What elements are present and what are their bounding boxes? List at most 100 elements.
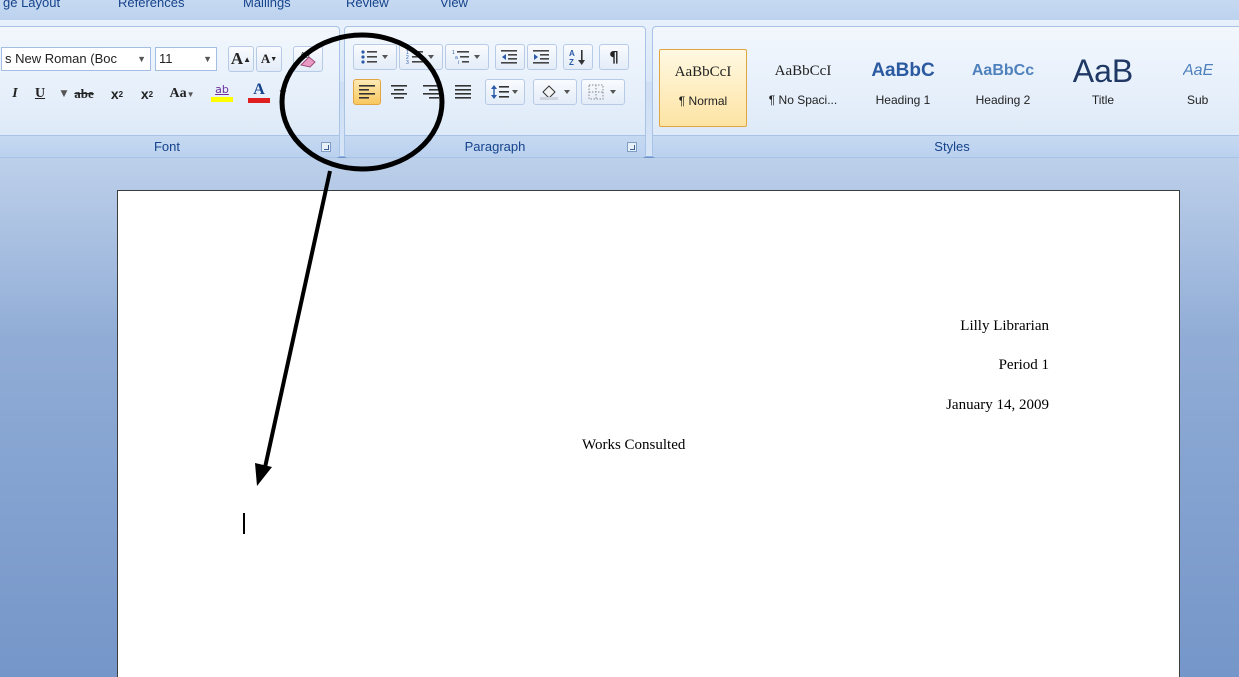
style-sample: AaBbC: [871, 60, 935, 81]
style-subtitle[interactable]: AaE Sub: [1159, 49, 1239, 127]
font-group: s New Roman (Boc ▼ 11 ▼ A ▲ A ▼ Aa I U ▼ a…: [0, 26, 340, 158]
style-name: Sub: [1187, 93, 1209, 107]
tab-page-layout[interactable]: ge Layout: [3, 0, 60, 10]
style-name: Title: [1091, 93, 1115, 107]
decrease-indent-button[interactable]: [495, 44, 525, 70]
subscript-label: x: [110, 86, 119, 102]
grow-font-label: A: [230, 49, 244, 68]
text-cursor: [243, 513, 245, 534]
tab-view[interactable]: View: [440, 0, 468, 10]
grow-font-button[interactable]: A ▲: [228, 46, 254, 72]
paragraph-group-label: Paragraph: [345, 135, 645, 157]
style-title[interactable]: AaB Title: [1059, 49, 1147, 127]
author-name: Lilly Librarian: [960, 318, 1049, 334]
style-name: Heading 2: [975, 93, 1031, 107]
style-heading-2[interactable]: AaBbCc Heading 2: [959, 49, 1047, 127]
font-size-combo[interactable]: 11 ▼: [155, 47, 217, 71]
style-sample: AaE: [1183, 62, 1214, 79]
decrease-indent-icon: [501, 50, 517, 64]
svg-text:3: 3: [406, 60, 409, 65]
change-case-label: Aa: [169, 86, 187, 101]
italic-label: I: [12, 86, 18, 101]
ribbon: s New Roman (Boc ▼ 11 ▼ A ▲ A ▼ Aa I U ▼ a…: [0, 20, 1239, 158]
shading-bucket-icon: [540, 85, 570, 100]
style-sample: AaBbCc: [971, 62, 1035, 79]
change-case-button[interactable]: Aa ▼: [167, 81, 197, 107]
styles-group: AaBbCcI ¶ Normal AaBbCcI ¶ No Spaci... A…: [652, 26, 1239, 158]
class-period: Period 1: [998, 357, 1049, 373]
align-left-icon: [359, 85, 375, 99]
font-color-dropdown[interactable]: ▼: [271, 81, 295, 107]
numbering-icon: 1 2 3: [406, 50, 434, 65]
paragraph-dialog-launcher[interactable]: [627, 142, 637, 152]
font-color-bar: [248, 98, 270, 103]
svg-text:i: i: [458, 60, 459, 65]
styles-group-label: Styles: [653, 135, 1239, 157]
sort-icon: A Z: [569, 49, 585, 66]
shrink-font-label: A: [260, 51, 271, 66]
shrink-font-button[interactable]: A ▼: [256, 46, 282, 72]
numbering-button[interactable]: 1 2 3: [399, 44, 443, 70]
multilevel-list-icon: 1 a i: [452, 50, 480, 65]
style-sample: AaBbCcI: [674, 64, 732, 80]
style-sample: AaB: [1072, 53, 1134, 89]
tab-references[interactable]: References: [118, 0, 184, 10]
highlight-color-bar: [211, 96, 233, 102]
increase-indent-button[interactable]: [527, 44, 557, 70]
style-heading-1[interactable]: AaBbC Heading 1: [859, 49, 947, 127]
paragraph-group: 1 2 3 1 a i A Z ¶ Paragraph: [344, 26, 646, 158]
sort-button[interactable]: A Z: [563, 44, 593, 70]
highlight-label: ab: [215, 82, 229, 96]
align-right-button[interactable]: [417, 79, 445, 105]
font-dialog-launcher[interactable]: [321, 142, 331, 152]
ribbon-tab-strip: ge Layout References Mailings Review Vie…: [0, 0, 1239, 20]
bullets-icon: [361, 50, 388, 64]
eraser-icon: Aa: [300, 51, 316, 68]
svg-text:Z: Z: [569, 58, 574, 66]
strikethrough-button[interactable]: abe: [69, 81, 99, 107]
tab-mailings[interactable]: Mailings: [243, 0, 291, 10]
chevron-down-icon[interactable]: ▼: [137, 48, 146, 70]
align-left-button[interactable]: [353, 79, 381, 105]
borders-button[interactable]: [581, 79, 625, 105]
style-no-spacing[interactable]: AaBbCcI ¶ No Spaci...: [759, 49, 847, 127]
show-formatting-button[interactable]: ¶: [599, 44, 629, 70]
chevron-down-icon[interactable]: ▼: [203, 48, 212, 70]
style-name: ¶ Normal: [678, 94, 728, 108]
line-spacing-button[interactable]: [485, 79, 525, 105]
bullets-button[interactable]: [353, 44, 397, 70]
font-size-value: 11: [159, 51, 173, 66]
subscript-button[interactable]: x2: [104, 81, 130, 107]
document-date: January 14, 2009: [946, 397, 1049, 413]
superscript-button[interactable]: x2: [134, 81, 160, 107]
document-page[interactable]: [117, 190, 1180, 677]
tab-review[interactable]: Review: [346, 0, 389, 10]
font-name-value: s New Roman (Boc: [5, 51, 117, 66]
highlight-button[interactable]: ab: [207, 79, 237, 105]
font-name-combo[interactable]: s New Roman (Boc ▼: [1, 47, 151, 71]
style-name: ¶ No Spaci...: [768, 93, 838, 107]
underline-label: U: [34, 86, 46, 101]
borders-icon: [588, 84, 616, 100]
underline-button[interactable]: U: [28, 81, 52, 107]
increase-indent-icon: [533, 50, 549, 64]
multilevel-list-button[interactable]: 1 a i: [445, 44, 489, 70]
font-color-button[interactable]: A: [247, 79, 271, 105]
clear-formatting-button[interactable]: Aa: [293, 46, 323, 72]
strikethrough-label: abe: [74, 86, 94, 101]
pilcrow-icon: ¶: [609, 48, 619, 66]
align-right-icon: [423, 85, 439, 99]
font-color-label: A: [253, 81, 265, 98]
svg-text:A: A: [569, 49, 575, 58]
style-sample: AaBbCcI: [774, 63, 832, 79]
italic-button[interactable]: I: [3, 81, 27, 107]
justify-icon: [455, 85, 471, 99]
document-title: Works Consulted: [582, 437, 686, 453]
align-center-icon: [391, 85, 407, 99]
line-spacing-icon: [491, 85, 518, 99]
shading-button[interactable]: [533, 79, 577, 105]
style-normal[interactable]: AaBbCcI ¶ Normal: [659, 49, 747, 127]
align-center-button[interactable]: [385, 79, 413, 105]
justify-button[interactable]: [449, 79, 477, 105]
style-name: Heading 1: [875, 93, 931, 107]
